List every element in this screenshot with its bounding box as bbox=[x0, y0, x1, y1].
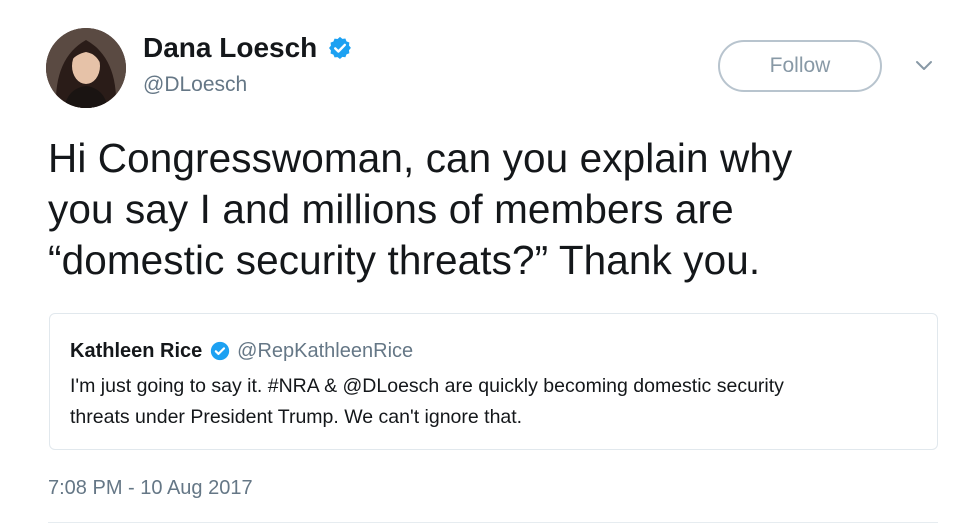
quoted-tweet-text-line: threats under President Trump. We can't … bbox=[70, 406, 523, 428]
quoted-author-handle[interactable]: @RepKathleenRice bbox=[237, 340, 413, 362]
quoted-tweet-header: Kathleen Rice @RepKathleenRice bbox=[70, 338, 413, 364]
tweet-text-line: Hi Congresswoman, can you explain why bbox=[48, 135, 793, 181]
author-handle[interactable]: @DLoesch bbox=[143, 71, 247, 99]
quoted-tweet-text: I'm just going to say it. #NRA & @DLoesc… bbox=[70, 371, 930, 433]
verified-badge-icon bbox=[210, 341, 229, 361]
verified-badge-icon bbox=[329, 36, 351, 59]
tweet-timestamp[interactable]: 7:08 PM - 10 Aug 2017 bbox=[48, 475, 253, 501]
follow-button[interactable]: Follow bbox=[718, 40, 882, 92]
divider bbox=[48, 522, 938, 523]
tweet-text-line: you say I and millions of members are bbox=[48, 186, 734, 232]
quoted-tweet-card[interactable]: Kathleen Rice @RepKathleenRice I'm just … bbox=[49, 313, 938, 450]
avatar-image bbox=[46, 28, 126, 108]
quoted-tweet-text-line: I'm just going to say it. #NRA & @DLoesc… bbox=[70, 375, 784, 397]
quoted-author-name[interactable]: Kathleen Rice bbox=[70, 340, 202, 362]
tweet-text: Hi Congresswoman, can you explain why yo… bbox=[48, 133, 928, 286]
author-avatar[interactable] bbox=[46, 28, 126, 108]
chevron-down-icon[interactable] bbox=[912, 57, 936, 75]
author-display-name[interactable]: Dana Loesch bbox=[143, 30, 317, 66]
tweet-text-line: “domestic security threats?” Thank you. bbox=[48, 237, 761, 283]
